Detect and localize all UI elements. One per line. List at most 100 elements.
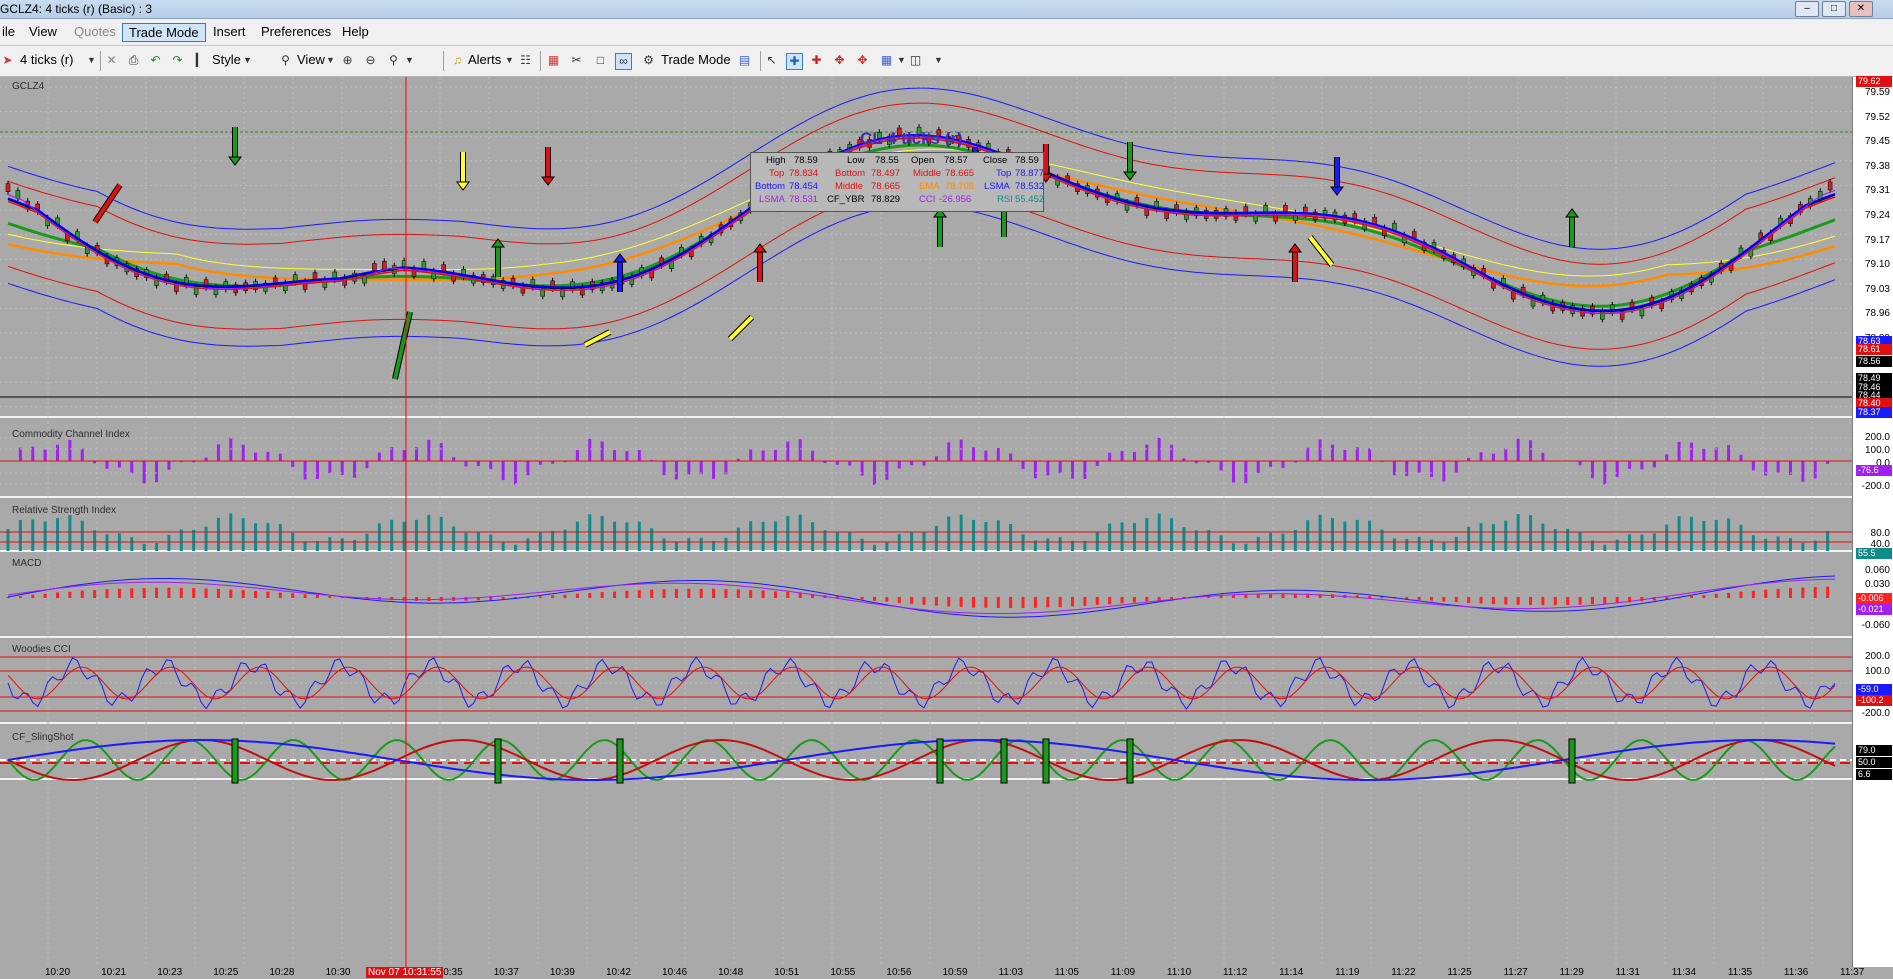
cci-bar: [1702, 448, 1706, 461]
rsi-bar: [613, 521, 617, 551]
redo-icon[interactable]: ↷: [170, 53, 185, 68]
network-icon[interactable]: ☷: [518, 53, 533, 68]
interval-select[interactable]: 4 ticks (r): [20, 52, 73, 67]
rsi-bar: [551, 530, 555, 551]
macd-bar: [538, 596, 542, 598]
view-dropdown-icon[interactable]: ▼: [323, 53, 338, 68]
table-dropdown-icon[interactable]: ▼: [894, 53, 909, 68]
cci-bar: [439, 442, 443, 461]
price-axis[interactable]: 79.59 79.52 79.45 79.38 79.31 79.24 79.17 79.10…: [1852, 76, 1893, 979]
alerts-dropdown-icon[interactable]: ▼: [502, 53, 517, 68]
menu-trade-mode[interactable]: Trade Mode: [122, 23, 206, 42]
interval-dropdown-icon[interactable]: ▼: [84, 53, 99, 68]
maximize-button[interactable]: □: [1822, 1, 1846, 17]
macd-bar: [1108, 597, 1112, 605]
cursor-time-label: Nov 07 10:31:55: [366, 967, 444, 978]
symbol-label: GCLZ4: [12, 81, 45, 92]
rsi-bar: [1380, 529, 1384, 551]
macd-bar: [650, 589, 654, 598]
delete-icon[interactable]: ✕: [104, 53, 119, 68]
macd-bar: [414, 597, 418, 601]
cci-bar: [1430, 461, 1434, 478]
macd-bar: [872, 597, 876, 601]
time-axis[interactable]: 10:2010:2110:2310:2510:2810:3010:3110:35…: [0, 967, 1893, 979]
print-icon[interactable]: ⎙: [126, 53, 141, 68]
trade-mode-button[interactable]: Trade Mode: [661, 52, 731, 67]
page-icon[interactable]: □: [593, 53, 608, 68]
zoom-out-icon[interactable]: ⊖: [363, 53, 378, 68]
cci-bar: [377, 452, 381, 461]
menu-quotes[interactable]: Quotes: [68, 23, 122, 40]
style-icon[interactable]: ▎: [193, 53, 208, 68]
scissors-icon[interactable]: ✂: [569, 53, 584, 68]
cci-bar: [1442, 461, 1446, 482]
chart-area[interactable]: GCLZ4 CL 4 ticks (r) High 78.59 Low 78.55 …: [0, 76, 1893, 979]
menu-insert[interactable]: Insert: [207, 23, 252, 40]
rsi-bar: [155, 543, 159, 551]
rsi-bar: [1330, 518, 1334, 551]
cci-bar: [538, 461, 542, 465]
target2-icon[interactable]: ✥: [855, 53, 870, 68]
table-icon[interactable]: ▦: [879, 53, 894, 68]
rsi-bar: [1739, 524, 1743, 551]
target-icon[interactable]: ✥: [832, 53, 847, 68]
rsi-bar: [1727, 518, 1731, 551]
cursor-icon[interactable]: ↖: [764, 53, 779, 68]
signal-arrow-head: [1288, 243, 1302, 253]
slingshot-signal: [231, 738, 239, 784]
rsi-bar: [142, 543, 146, 551]
link-icon[interactable]: ∞: [615, 53, 632, 70]
rsi-bar: [897, 534, 901, 551]
cci-bar: [1145, 444, 1149, 461]
menu-file[interactable]: ile: [0, 23, 21, 40]
zoom-dropdown-icon[interactable]: ▼: [402, 53, 417, 68]
price-tag: 78.56: [1856, 356, 1892, 367]
macd-bar: [142, 587, 146, 598]
export-icon[interactable]: ◫: [908, 53, 923, 68]
menu-bar: ile View Quotes Trade Mode Insert Prefer…: [0, 19, 1893, 46]
menu-view[interactable]: View: [23, 23, 63, 40]
cci-bar: [1306, 447, 1310, 461]
zoom-icon[interactable]: ⚲: [386, 53, 401, 68]
rsi-bar: [266, 522, 270, 551]
macd-bar: [1095, 597, 1099, 605]
macd-bar: [1083, 597, 1087, 606]
cci-bar: [1343, 449, 1347, 461]
macd-bar: [489, 597, 493, 600]
zoom-in-icon[interactable]: ⊕: [340, 53, 355, 68]
rsi-bar: [1702, 520, 1706, 551]
crosshair-red-icon[interactable]: ✚: [809, 53, 824, 68]
macd-bar: [1590, 597, 1594, 605]
close-button[interactable]: ✕: [1849, 1, 1873, 17]
rsi-bar: [1256, 536, 1260, 551]
alerts-bell-icon[interactable]: ♫: [450, 53, 465, 68]
rsi-bar: [575, 521, 579, 551]
style-dropdown-icon[interactable]: ▼: [240, 53, 255, 68]
rsi-bar: [835, 531, 839, 551]
dom-icon[interactable]: ▤: [737, 53, 752, 68]
crosshair-icon[interactable]: ✚: [786, 53, 803, 70]
indicator-icon[interactable]: ▦: [546, 53, 561, 68]
macd-bar: [922, 597, 926, 605]
time-tick: 11:25: [1447, 967, 1472, 978]
trade-mode-icon[interactable]: ⚙: [641, 53, 656, 68]
macd-bar: [1764, 589, 1768, 598]
view-menu[interactable]: View: [297, 52, 325, 67]
menu-help[interactable]: Help: [336, 23, 375, 40]
cci-bar: [1021, 461, 1025, 469]
macd-bar: [93, 590, 97, 598]
pin-icon[interactable]: ➤: [0, 53, 15, 68]
view-search-icon[interactable]: ⚲: [278, 53, 293, 68]
style-menu[interactable]: Style: [212, 52, 241, 67]
cci-bar: [699, 461, 703, 475]
macd-bar: [130, 588, 134, 598]
rsi-bar: [80, 520, 84, 551]
menu-preferences[interactable]: Preferences: [255, 23, 337, 40]
rsi-bar: [1318, 514, 1322, 551]
macd-bar: [1788, 588, 1792, 598]
overflow-icon[interactable]: ▼: [931, 53, 946, 68]
minimize-button[interactable]: –: [1795, 1, 1819, 17]
undo-icon[interactable]: ↶: [148, 53, 163, 68]
alerts-menu[interactable]: Alerts: [468, 52, 501, 67]
chart-canvas[interactable]: [0, 77, 1853, 979]
